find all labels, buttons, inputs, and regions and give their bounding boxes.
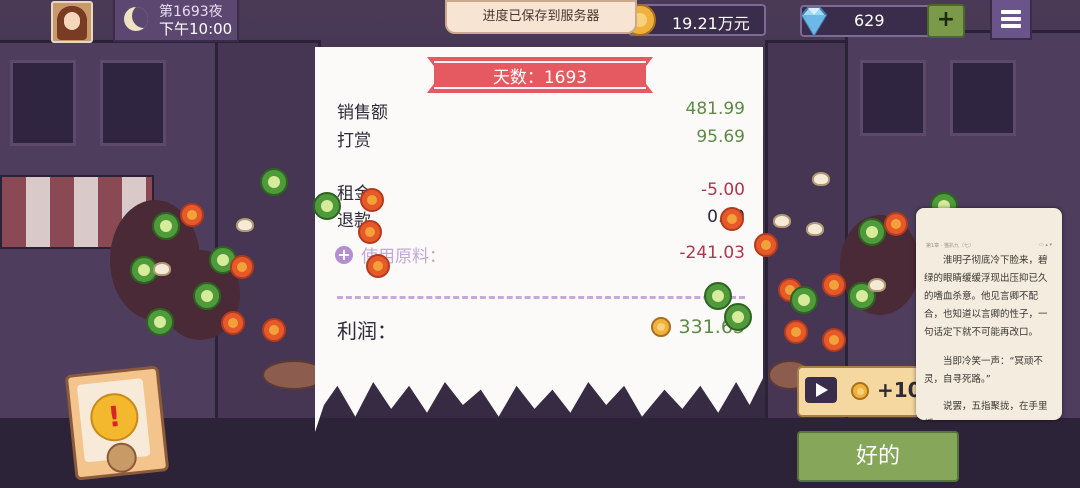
tips-value: 95.69 (696, 127, 745, 147)
add-gems-button[interactable]: + (927, 4, 965, 38)
menu-button[interactable] (990, 0, 1032, 40)
novel-reader-overlay[interactable]: 第1章 · 猫扒九（七） ▭ ▴ ▾ 淮明子彻底冷下脸来，碧绿的眼睛缓缓浮现出压… (916, 208, 1062, 420)
gem-amount: 629 (854, 11, 885, 30)
money-amount: 19.21万元 (672, 14, 750, 33)
tips-label: 打赏 (337, 131, 371, 151)
day-time-panel: 第1693夜 下午10:00 (113, 0, 239, 42)
diamond-icon (800, 7, 828, 37)
receipt-divider (337, 296, 745, 299)
reader-paragraph-1: 淮明子彻底冷下脸来，碧绿的眼睛缓缓浮现出压抑已久的嗜血杀意。他见言卿不配合，也知… (924, 255, 1048, 338)
menu-icon (1001, 10, 1021, 14)
save-toast: 进度已保存到服务器 (445, 0, 637, 34)
clock-time: 下午10:00 (159, 20, 233, 38)
add-ingredient-icon[interactable]: + (335, 246, 353, 264)
day-title: 天数：1693 (492, 68, 588, 88)
reader-chapter: 第1章 · 猫扒九（七） (926, 243, 974, 249)
moon-icon (124, 7, 148, 31)
sales-label: 销售额 (337, 103, 388, 123)
reader-paragraph-2: 当即冷笑一声：“冥顽不灵，自寻死路。” (924, 356, 1043, 385)
coin-icon (651, 317, 671, 337)
rent-value: -5.00 (701, 180, 745, 200)
ok-button[interactable]: 好的 (797, 431, 959, 482)
notification-card[interactable]: ! (64, 365, 170, 481)
reader-paragraph-3: 说罢，五指聚拢，在手里缓 (924, 401, 1048, 420)
player-avatar[interactable] (51, 1, 93, 43)
reader-toolbar-icons: ▭ ▴ ▾ (1039, 242, 1052, 248)
ad-reward-amount: +10 (877, 378, 922, 402)
profit-label: 利润： (337, 319, 397, 343)
sales-value: 481.99 (685, 99, 745, 119)
money-display: 19.21万元 (624, 4, 766, 36)
play-icon (805, 377, 837, 403)
gem-display: 629 + (800, 4, 965, 38)
coin-icon (851, 382, 869, 400)
ingredients-value: -241.03 (679, 243, 745, 263)
